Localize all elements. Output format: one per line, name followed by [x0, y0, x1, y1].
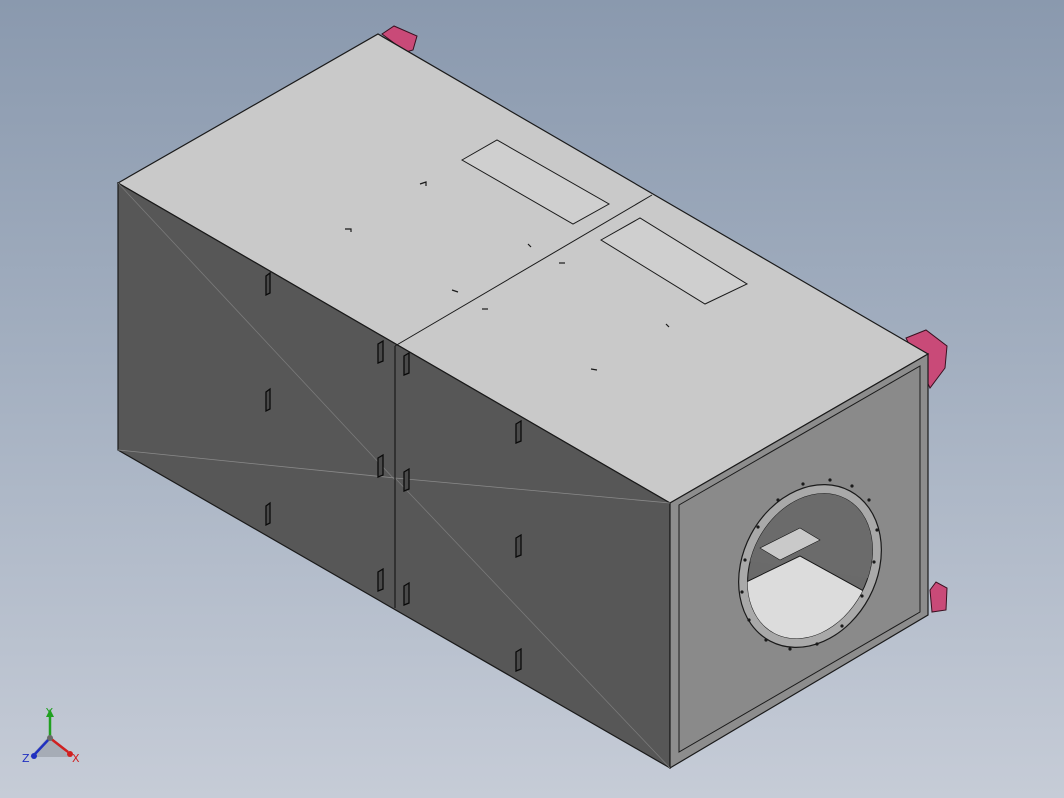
triad-z-label: Z	[22, 752, 30, 765]
triad-y-label: Y	[45, 706, 53, 719]
model-view[interactable]: Y X Z	[0, 0, 1064, 798]
coordinate-triad: Y X Z	[22, 706, 80, 765]
foot-right-lower	[929, 581, 948, 613]
triad-x-label: X	[72, 752, 80, 765]
3d-viewport[interactable]: Y X Z	[0, 0, 1064, 798]
